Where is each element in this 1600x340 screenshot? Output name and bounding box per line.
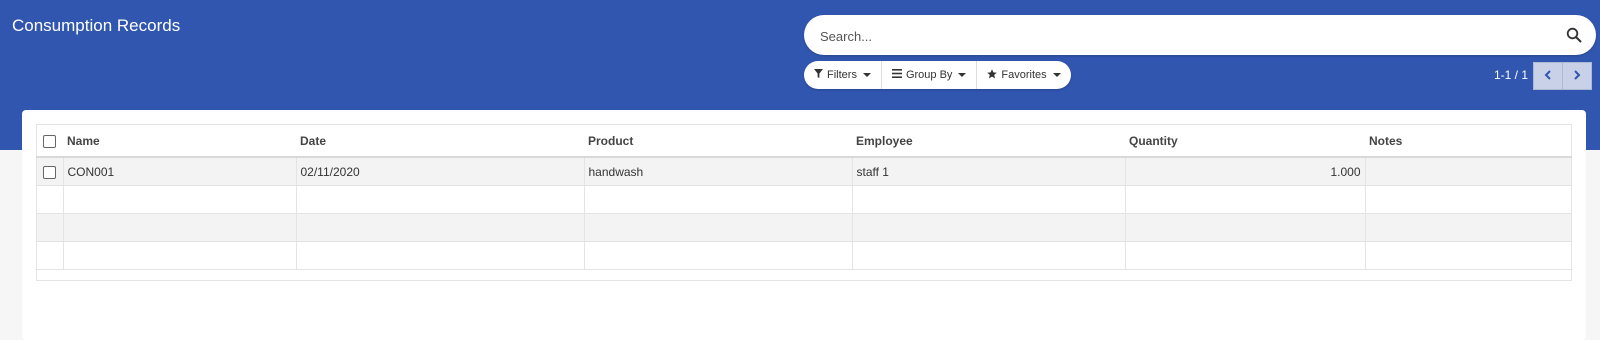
next-button[interactable] xyxy=(1562,62,1592,90)
empty-cell xyxy=(1124,185,1365,214)
filter-icon xyxy=(814,69,823,81)
column-header-employee[interactable]: Employee xyxy=(852,124,1125,158)
select-all-cell xyxy=(36,124,63,158)
empty-cell xyxy=(36,185,63,214)
empty-cell xyxy=(62,241,296,270)
cell-notes xyxy=(1364,156,1572,186)
empty-cell xyxy=(583,213,852,242)
list-view: Name Date Product Employee Quantity Note… xyxy=(22,110,1586,340)
empty-cell xyxy=(851,213,1125,242)
empty-cell xyxy=(1364,213,1572,242)
column-header-product[interactable]: Product xyxy=(584,124,852,158)
group-by-label: Group By xyxy=(905,69,953,81)
search-options: Filters Group By Favorites xyxy=(804,61,1071,89)
table-footer-cell xyxy=(36,269,1572,281)
chevron-left-icon xyxy=(1544,67,1552,85)
list-icon xyxy=(891,69,902,81)
caret-down-icon xyxy=(958,73,967,77)
select-all-checkbox[interactable] xyxy=(43,134,56,148)
empty-cell xyxy=(295,241,584,270)
records-table: Name Date Product Employee Quantity Note… xyxy=(36,124,1572,281)
favorites-button[interactable]: Favorites xyxy=(977,61,1070,89)
pager-buttons xyxy=(1533,62,1592,90)
empty-cell xyxy=(295,213,584,242)
filters-label: Filters xyxy=(827,69,857,81)
cell-employee: staff 1 xyxy=(851,156,1125,186)
empty-cell xyxy=(1364,185,1572,214)
table-row[interactable]: CON001 02/11/2020 handwash staff 1 1.000 xyxy=(36,156,1572,186)
cell-quantity: 1.000 xyxy=(1124,156,1365,186)
chevron-right-icon xyxy=(1573,67,1581,85)
empty-cell xyxy=(36,213,63,242)
cell-name: CON001 xyxy=(62,156,296,186)
caret-down-icon xyxy=(1052,73,1061,77)
empty-cell xyxy=(1364,241,1572,270)
column-header-name[interactable]: Name xyxy=(63,124,296,158)
empty-cell xyxy=(295,185,584,214)
row-checkbox[interactable] xyxy=(43,165,56,179)
cell-date: 02/11/2020 xyxy=(295,156,584,186)
empty-row xyxy=(36,241,1572,270)
table-header-row: Name Date Product Employee Quantity Note… xyxy=(36,124,1572,158)
star-icon xyxy=(987,68,998,82)
caret-down-icon xyxy=(862,73,871,77)
search-bar xyxy=(804,15,1596,57)
empty-cell xyxy=(851,241,1125,270)
empty-cell xyxy=(62,185,296,214)
favorites-label: Favorites xyxy=(1001,69,1047,81)
row-select-cell xyxy=(36,156,63,186)
table-footer xyxy=(36,269,1572,281)
empty-cell xyxy=(36,241,63,270)
group-by-button[interactable]: Group By xyxy=(882,61,978,89)
empty-cell xyxy=(1124,241,1365,270)
search-icon[interactable] xyxy=(1566,27,1582,43)
empty-row xyxy=(36,185,1572,214)
column-header-date[interactable]: Date xyxy=(296,124,584,158)
empty-cell xyxy=(62,213,296,242)
cell-product: handwash xyxy=(583,156,852,186)
column-header-notes[interactable]: Notes xyxy=(1365,124,1572,158)
empty-row xyxy=(36,213,1572,242)
empty-cell xyxy=(851,185,1125,214)
pager-value[interactable]: 1-1 / 1 xyxy=(1494,68,1528,82)
empty-cell xyxy=(1124,213,1365,242)
empty-cell xyxy=(583,185,852,214)
page-title: Consumption Records xyxy=(12,16,181,35)
filters-button[interactable]: Filters xyxy=(804,61,882,89)
previous-button[interactable] xyxy=(1533,62,1563,90)
column-header-quantity[interactable]: Quantity xyxy=(1125,124,1365,158)
empty-cell xyxy=(583,241,852,270)
search-input[interactable] xyxy=(818,15,1522,57)
